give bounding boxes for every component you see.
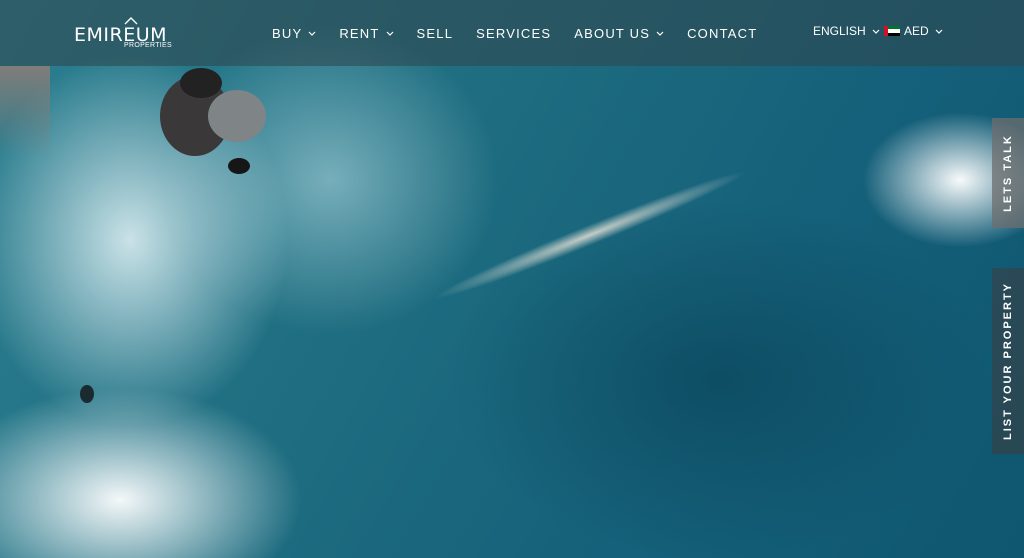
nav-about-label: ABOUT US [574,25,651,41]
chevron-down-icon [386,31,393,36]
chevron-down-icon [935,29,943,34]
nav-rent[interactable]: RENT [339,26,393,41]
language-label: ENGLISH [813,24,866,38]
nav-sell-label: SELL [416,25,454,41]
rocks [150,66,270,176]
nav-contact-label: CONTACT [687,25,758,41]
list-property-label: LIST YOUR PROPERTY [1002,281,1015,441]
nav-services-label: SERVICES [476,25,552,41]
list-your-property-tab[interactable]: LIST YOUR PROPERTY [992,268,1024,454]
wave-foam [428,162,752,308]
chevron-down-icon [308,31,316,36]
chevron-down-icon [872,29,880,34]
nav-contact[interactable]: CONTACT [687,26,757,41]
site-logo[interactable]: EMIREUM PROPERTIES [74,16,174,52]
currency-label: AED [904,24,929,38]
hero-background [0,0,1024,558]
nav-sell[interactable]: SELL [417,26,454,41]
nav-services[interactable]: SERVICES [476,26,551,41]
main-nav: BUY RENT SELL SERVICES ABOUT US CONTACT [272,24,780,42]
nav-buy[interactable]: BUY [272,26,316,41]
nav-rent-label: RENT [339,25,380,41]
chevron-down-icon [656,31,664,36]
lets-talk-tab[interactable]: LETS TALK [992,118,1024,228]
logo-subtitle: PROPERTIES [124,42,172,49]
currency-selector[interactable]: AED [884,24,943,38]
beach-sand [0,66,50,156]
swimmer [80,385,94,403]
site-header: EMIREUM PROPERTIES BUY RENT SELL SERVICE… [0,0,1024,66]
lets-talk-label: LETS TALK [1002,134,1014,212]
nav-buy-label: BUY [272,25,303,41]
uae-flag-icon [884,26,900,36]
language-selector[interactable]: ENGLISH [813,24,880,38]
nav-about-us[interactable]: ABOUT US [574,26,664,41]
